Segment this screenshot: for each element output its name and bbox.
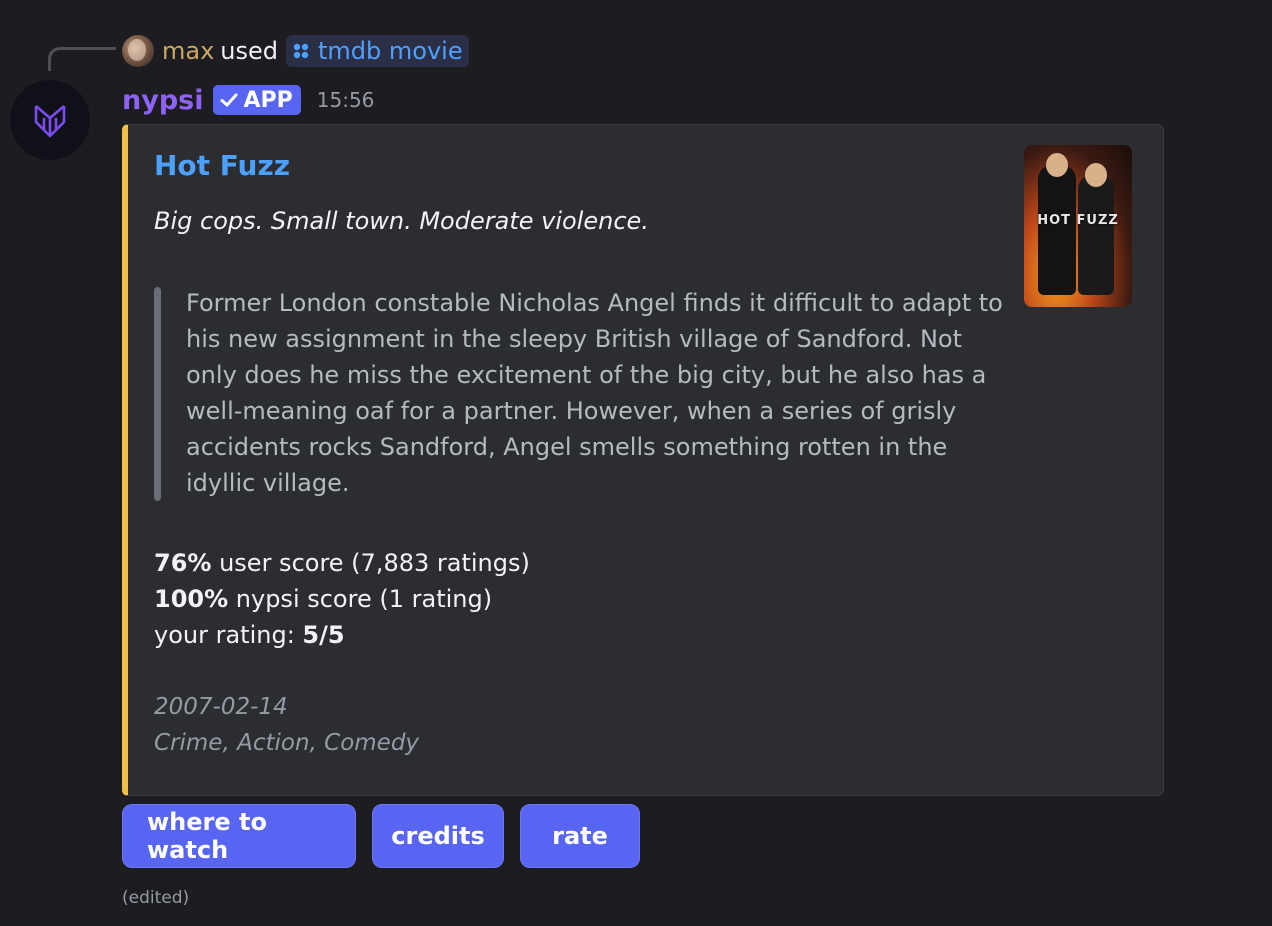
message-container: max used tmdb movie nypsi APP 15:56 Hot …: [0, 0, 1272, 926]
bot-name[interactable]: nypsi: [122, 85, 203, 116]
command-usage-line: max used tmdb movie: [122, 33, 469, 69]
quote-bar: [154, 287, 161, 501]
user-score-value: 76%: [154, 549, 212, 577]
command-user-name[interactable]: max: [162, 37, 214, 65]
app-command-icon: [293, 43, 309, 59]
movie-tagline: Big cops. Small town. Moderate violence.: [154, 207, 649, 235]
bot-avatar[interactable]: [10, 80, 90, 160]
nypsi-logo-icon: [34, 105, 66, 138]
user-score-line: 76% user score (7,883 ratings): [154, 545, 530, 581]
nypsi-score-line: 100% nypsi score (1 rating): [154, 581, 530, 617]
message-header: nypsi APP 15:56: [122, 82, 374, 118]
app-badge: APP: [213, 85, 301, 115]
edited-label: (edited): [122, 888, 190, 908]
user-score-text: user score (7,883 ratings): [211, 549, 530, 577]
user-avatar[interactable]: [122, 35, 154, 67]
action-buttons: where to watch credits rate: [122, 804, 640, 868]
command-chip[interactable]: tmdb movie: [286, 35, 469, 67]
scores-block: 76% user score (7,883 ratings) 100% nyps…: [154, 545, 530, 653]
poster-figure-head: [1046, 153, 1068, 177]
poster-figure-head: [1085, 163, 1107, 187]
genres: Crime, Action, Comedy: [154, 730, 420, 756]
poster-title: HOT FUZZ: [1037, 213, 1119, 228]
release-date: 2007-02-14: [154, 694, 288, 720]
timestamp[interactable]: 15:56: [317, 88, 375, 112]
command-used-text: used: [220, 37, 279, 65]
where-to-watch-button[interactable]: where to watch: [122, 804, 356, 868]
reply-spine: [48, 47, 116, 71]
app-badge-label: APP: [243, 87, 293, 113]
nypsi-score-value: 100%: [154, 585, 229, 613]
movie-poster[interactable]: HOT FUZZ: [1024, 145, 1132, 307]
your-rating-label: your rating:: [154, 621, 303, 649]
your-rating-line: your rating: 5/5: [154, 617, 530, 653]
nypsi-score-text: nypsi score (1 rating): [228, 585, 493, 613]
movie-embed: Hot Fuzz Big cops. Small town. Moderate …: [122, 124, 1164, 796]
embed-title[interactable]: Hot Fuzz: [154, 149, 290, 182]
credits-button[interactable]: credits: [372, 804, 504, 868]
movie-overview: Former London constable Nicholas Angel f…: [186, 289, 1003, 497]
command-name: tmdb movie: [318, 37, 463, 65]
your-rating-value: 5/5: [302, 621, 345, 649]
verified-check-icon: [220, 93, 238, 107]
poster-figure: [1038, 165, 1076, 295]
movie-meta: 2007-02-14 Crime, Action, Comedy: [154, 689, 419, 761]
poster-figure: [1078, 175, 1114, 295]
rate-button[interactable]: rate: [520, 804, 640, 868]
